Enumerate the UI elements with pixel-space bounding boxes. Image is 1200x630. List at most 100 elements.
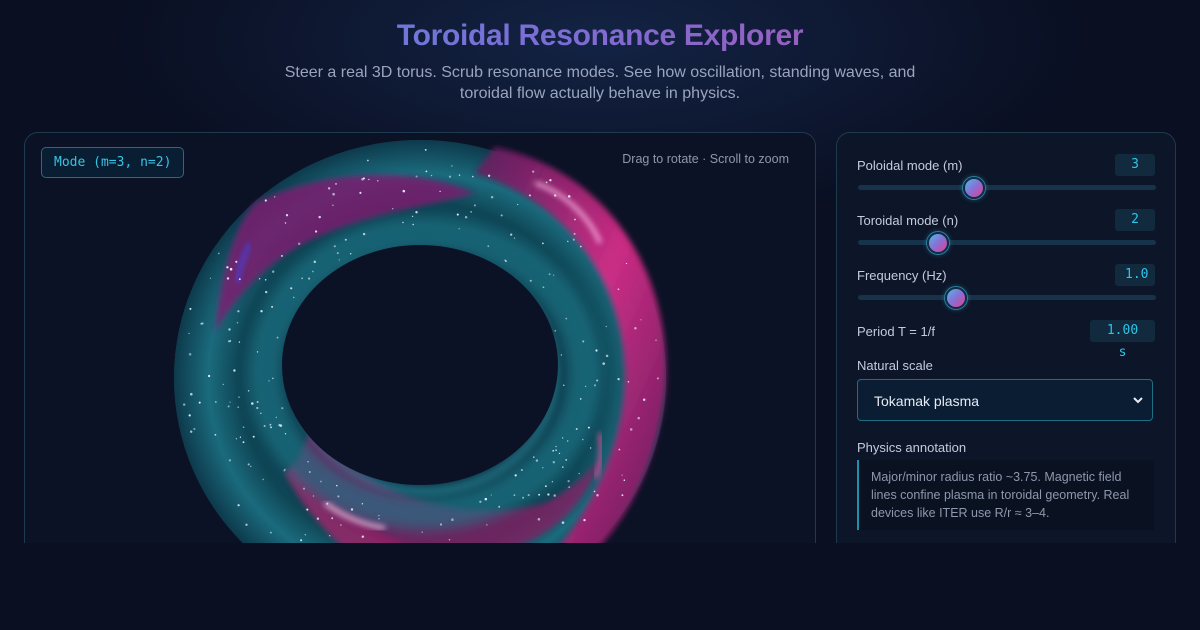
- particle: [522, 496, 525, 499]
- particle: [637, 416, 640, 420]
- particle: [528, 194, 531, 197]
- particle: [621, 474, 623, 476]
- particle: [214, 400, 217, 403]
- particle: [552, 274, 555, 276]
- particle: [237, 504, 240, 507]
- particle: [555, 449, 558, 452]
- particle: [306, 508, 309, 511]
- particle: [301, 277, 303, 280]
- particle: [275, 416, 277, 419]
- particle: [552, 461, 555, 464]
- particle: [579, 398, 582, 400]
- particle: [582, 340, 585, 343]
- particle: [566, 440, 569, 442]
- particle: [430, 174, 433, 177]
- particle: [298, 242, 301, 245]
- toroidal-slider[interactable]: [858, 232, 1156, 254]
- page-subtitle: Steer a real 3D torus. Scrub resonance m…: [284, 64, 916, 102]
- natural-scale-select[interactable]: Tokamak plasma: [857, 379, 1153, 421]
- particle: [553, 494, 556, 497]
- particle: [642, 398, 646, 402]
- particle: [367, 159, 369, 162]
- particle: [451, 165, 453, 167]
- particle: [520, 468, 524, 472]
- chevron-down-icon: [1132, 380, 1144, 439]
- particle: [283, 468, 286, 471]
- particle: [402, 189, 406, 193]
- particle: [236, 321, 239, 324]
- particle: [227, 405, 230, 408]
- scale-label: Natural scale: [857, 358, 933, 373]
- particle: [596, 493, 599, 497]
- particle: [472, 175, 474, 178]
- particle: [537, 518, 541, 521]
- poloidal-slider-thumb[interactable]: [963, 177, 986, 199]
- particle: [593, 490, 596, 493]
- particle: [552, 449, 555, 452]
- particle: [572, 238, 575, 241]
- particle: [245, 523, 248, 526]
- particle: [264, 199, 267, 202]
- particle: [189, 430, 193, 433]
- particle: [618, 448, 621, 451]
- frequency-label: Frequency (Hz): [857, 268, 947, 283]
- particle: [336, 252, 339, 255]
- particle: [222, 383, 224, 386]
- particle: [272, 270, 275, 273]
- particle: [239, 436, 242, 438]
- particle: [218, 252, 220, 255]
- particle: [269, 531, 272, 534]
- natural-scale-selected: Tokamak plasma: [874, 393, 980, 409]
- particle: [242, 426, 245, 428]
- particle: [331, 517, 334, 520]
- particle: [575, 428, 578, 430]
- particle: [560, 354, 563, 356]
- particle: [238, 396, 240, 398]
- particle: [634, 326, 637, 330]
- particle: [484, 497, 488, 501]
- particle: [228, 328, 231, 331]
- particle: [513, 494, 516, 496]
- particle: [285, 214, 289, 217]
- particle: [304, 534, 306, 536]
- toroidal-slider-thumb[interactable]: [927, 232, 950, 254]
- particle: [415, 211, 418, 214]
- particle: [561, 521, 565, 524]
- particle: [256, 351, 259, 353]
- page-title: Toroidal Resonance Explorer: [0, 19, 1200, 53]
- particle: [617, 377, 620, 381]
- particle: [189, 307, 192, 310]
- particle: [265, 290, 268, 294]
- particle: [583, 518, 586, 522]
- particle: [514, 474, 517, 477]
- particle: [193, 427, 196, 431]
- particle: [284, 222, 287, 224]
- particle: [596, 379, 599, 382]
- particle: [362, 232, 366, 236]
- particle: [490, 195, 494, 199]
- frequency-slider[interactable]: [858, 287, 1156, 309]
- particle: [392, 208, 394, 210]
- particle: [338, 259, 340, 261]
- poloidal-slider[interactable]: [858, 177, 1156, 199]
- particle: [542, 467, 544, 469]
- poloidal-value: 3: [1115, 154, 1155, 176]
- particle: [617, 288, 620, 291]
- particle: [349, 252, 352, 255]
- particle: [593, 384, 597, 387]
- particle: [377, 180, 379, 182]
- poloidal-label: Poloidal mode (m): [857, 158, 963, 173]
- particle: [272, 377, 274, 380]
- particle: [487, 245, 490, 248]
- particle: [350, 508, 354, 511]
- particle: [517, 203, 519, 206]
- particle: [510, 233, 513, 236]
- torus-viewport[interactable]: Mode (m=3, n=2) Drag to rotate · Scroll …: [24, 132, 816, 574]
- particle: [456, 213, 459, 216]
- particle: [320, 480, 322, 483]
- particle: [200, 323, 202, 325]
- particle: [562, 466, 564, 468]
- torus-canvas[interactable]: [25, 133, 815, 573]
- particle: [490, 494, 492, 496]
- frequency-slider-thumb[interactable]: [945, 287, 968, 309]
